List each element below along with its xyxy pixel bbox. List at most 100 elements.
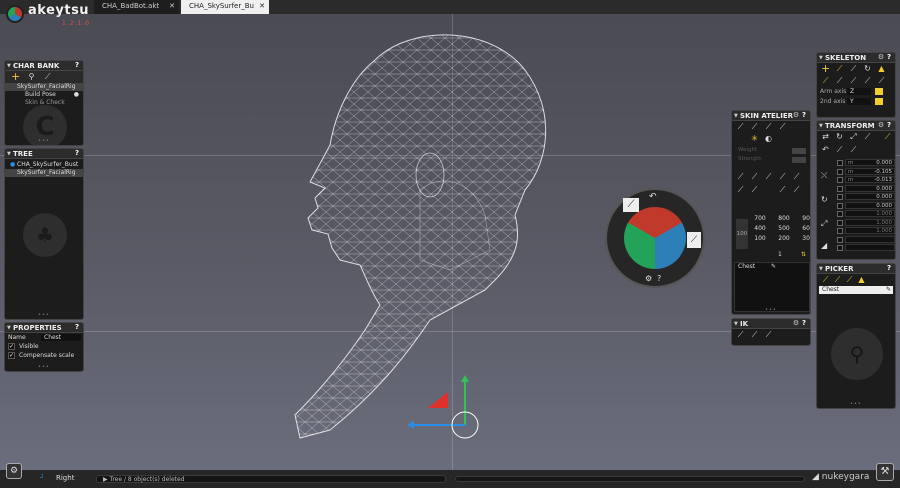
bone-orient-icon[interactable]: ↻ — [863, 64, 872, 73]
skin-tool-e-icon[interactable]: ⟋ — [792, 172, 801, 181]
skin-tool-c-icon[interactable]: ⟋ — [764, 172, 773, 181]
tab-chaskysurfer[interactable]: CHA_SkySurfer_Bu ✕ — [181, 0, 269, 14]
weight-input[interactable]: 1 — [778, 251, 782, 258]
ik-target-icon[interactable]: ⟋ — [750, 330, 759, 339]
resize-handle[interactable]: ••• — [765, 307, 777, 313]
skin-tool-d-icon[interactable]: ⟋ — [778, 172, 787, 181]
radial-menu-wheel[interactable]: ⟋ ↶ ⟋ ⚙ ? — [605, 188, 705, 288]
bone-chain-icon[interactable]: ⟋ — [835, 64, 844, 73]
auto-skin-icon[interactable]: ✳ — [750, 134, 759, 143]
scale-icon[interactable]: ⤢ — [849, 132, 858, 141]
rotate-icon[interactable]: ↻ — [835, 132, 844, 141]
list-item[interactable]: Chest ✎ — [735, 263, 809, 271]
gear-icon[interactable]: ⚙ — [877, 121, 885, 130]
bone-rename-icon[interactable]: ⟋ — [877, 76, 886, 85]
checkbox[interactable] — [837, 228, 843, 234]
name-field[interactable]: Chest — [41, 334, 81, 341]
picker-tool-3-icon[interactable]: ⟋ — [845, 275, 854, 284]
picker-selection-field[interactable]: Chest ✎ — [819, 286, 893, 294]
preset-value[interactable]: 600 — [796, 225, 810, 232]
preset-value[interactable]: 400 — [748, 225, 772, 232]
checkbox[interactable] — [837, 219, 843, 226]
help-icon[interactable]: ? — [73, 149, 81, 158]
bone-split-icon[interactable]: ⟋ — [849, 64, 858, 73]
strength-slider[interactable] — [792, 157, 806, 163]
compensate-checkbox[interactable]: ✓ — [8, 352, 15, 359]
panel-header[interactable]: ▼ SKIN ATELIER ⚙ ? — [732, 111, 810, 121]
eye-icon[interactable]: ● — [74, 91, 79, 99]
value-field[interactable]: 0.000 — [845, 193, 895, 200]
panel-header[interactable]: ▼ IK ⚙ ? — [732, 319, 810, 329]
timeline-scrollbar[interactable] — [455, 476, 805, 482]
collapse-arrow-icon[interactable]: ▼ — [7, 63, 11, 69]
help-icon[interactable]: ? — [800, 111, 808, 120]
gear-icon[interactable]: ⚙ — [792, 319, 800, 328]
list-item[interactable]: Build Pose ● — [5, 91, 83, 99]
tab-chabadbot[interactable]: CHA_BadBot.akt ✕ — [94, 0, 179, 14]
bone-delete-icon[interactable]: ⟋ — [863, 76, 872, 85]
checkbox[interactable] — [837, 245, 843, 251]
skin-tool-h-icon[interactable]: ⟋ — [778, 185, 787, 194]
preset-value[interactable]: 500 — [772, 225, 796, 232]
settings-wrench-icon[interactable]: ⚒ — [876, 463, 894, 481]
tree-item[interactable]: ● CHA_SkySurfer_Bust — [5, 161, 83, 169]
checkbox[interactable] — [837, 194, 843, 200]
skin-tool-g-icon[interactable]: ⟋ — [750, 185, 759, 194]
checkbox[interactable] — [837, 211, 843, 217]
add-character-icon[interactable]: + — [11, 71, 20, 82]
weight-slider[interactable] — [792, 148, 806, 154]
skin-lock-icon[interactable]: ◐ — [764, 134, 773, 143]
smooth-icon[interactable]: ⟋ — [750, 122, 759, 131]
checkbox[interactable] — [837, 177, 843, 183]
picker-tool-1-icon[interactable]: ⟋ — [821, 275, 830, 284]
resize-handle[interactable]: ••• — [38, 312, 50, 318]
value-field[interactable]: m -0.013 — [845, 176, 895, 183]
ik-chain-icon[interactable]: ⟋ — [736, 330, 745, 339]
radial-help-icon[interactable]: ? — [657, 274, 661, 283]
resize-handle[interactable]: ••• — [38, 138, 50, 144]
bone-tool-icon[interactable]: ⟋ — [43, 72, 52, 81]
collapse-arrow-icon[interactable]: ▼ — [819, 266, 823, 272]
resize-handle[interactable]: ••• — [850, 401, 862, 407]
checkbox[interactable] — [837, 160, 843, 166]
bone-reparent-icon[interactable]: ⟋ — [849, 76, 858, 85]
checkbox[interactable] — [837, 202, 843, 209]
translate-icon[interactable]: ⇄ — [821, 132, 830, 141]
value-field[interactable] — [845, 244, 895, 251]
checkbox[interactable] — [837, 236, 843, 243]
skin-tool-i-icon[interactable]: ⟋ — [792, 185, 801, 194]
preset-value[interactable]: 100 — [748, 235, 772, 242]
reset-icon[interactable]: ↶ — [821, 145, 830, 154]
help-icon[interactable]: ? — [73, 323, 81, 332]
preset-value[interactable]: 900 — [796, 215, 810, 222]
collapse-arrow-icon[interactable]: ▼ — [7, 151, 11, 157]
collapse-arrow-icon[interactable]: ▼ — [819, 123, 823, 129]
add-bone-icon[interactable]: + — [821, 63, 830, 74]
gear-icon[interactable]: ⚙ — [877, 53, 885, 62]
arm-axis-toggle-icon[interactable] — [875, 88, 883, 95]
camera-view-label[interactable]: Right — [56, 474, 74, 482]
mirror-icon[interactable]: ⟋ — [778, 122, 787, 131]
auto-key-icon[interactable]: ⟋ — [883, 132, 892, 141]
value-field[interactable]: 1.000 — [845, 218, 895, 226]
value-field[interactable]: 1.000 — [845, 210, 895, 217]
value-field[interactable]: m -0.105 — [845, 167, 895, 175]
preset-value[interactable]: 800 — [772, 215, 796, 222]
radial-top-icon[interactable]: ↶ — [649, 192, 657, 202]
value-field[interactable]: 1.000 — [845, 227, 895, 234]
help-icon[interactable]: ? — [885, 53, 893, 62]
checkbox[interactable] — [837, 168, 843, 175]
skin-tool-f-icon[interactable]: ⟋ — [736, 185, 745, 194]
help-icon[interactable]: ? — [885, 264, 893, 273]
skin-tool-a-icon[interactable]: ⟋ — [736, 172, 745, 181]
radial-right-button[interactable]: ⟋ — [687, 232, 701, 248]
edit-icon[interactable]: ✎ — [886, 286, 891, 294]
value-field[interactable] — [845, 235, 895, 243]
close-icon[interactable]: ✕ — [169, 2, 175, 10]
value-field[interactable]: 0.000 — [845, 184, 895, 192]
copy-icon[interactable]: ⟋ — [835, 145, 844, 154]
close-icon[interactable]: ✕ — [259, 2, 265, 10]
collapse-arrow-icon[interactable]: ▼ — [819, 55, 823, 61]
preset-value[interactable]: 700 — [748, 215, 772, 222]
gear-icon[interactable]: ⚙ — [792, 111, 800, 120]
